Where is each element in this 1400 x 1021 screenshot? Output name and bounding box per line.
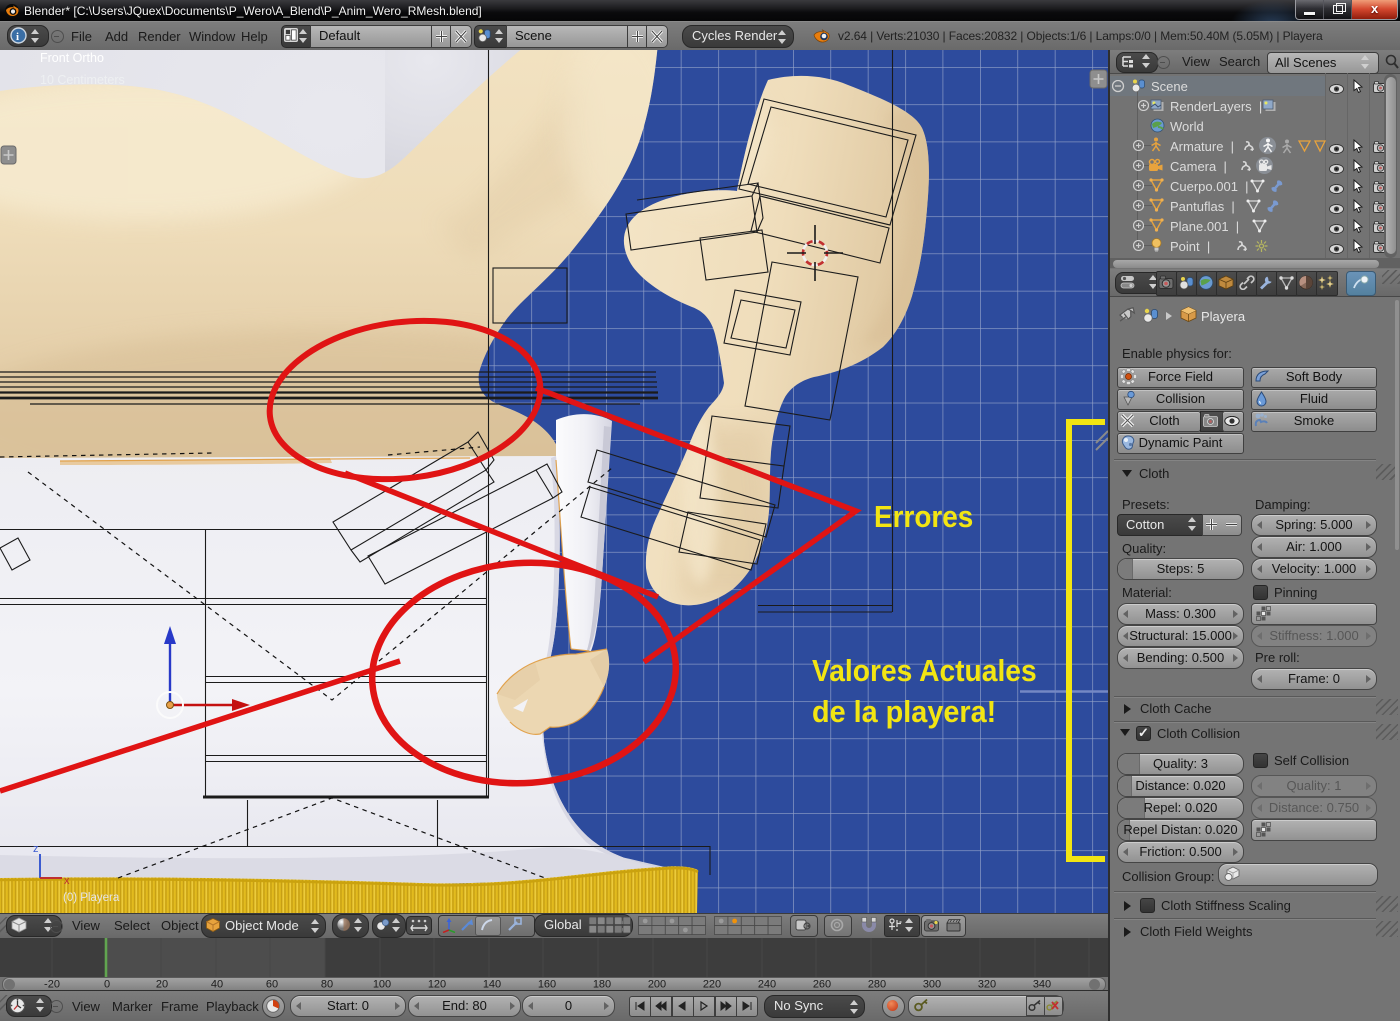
svg-text:180: 180 [593,979,611,991]
svg-text:300: 300 [923,979,941,991]
svg-text:100: 100 [373,979,391,991]
svg-text:(0) Playera: (0) Playera [63,892,120,904]
svg-text:340: 340 [1033,979,1051,991]
svg-text:-20: -20 [44,979,60,991]
svg-text:160: 160 [538,979,556,991]
svg-text:120: 120 [428,979,446,991]
svg-text:220: 220 [703,979,721,991]
svg-text:x: x [64,875,70,887]
svg-text:Front Ortho: Front Ortho [40,51,104,65]
svg-text:de la playera!: de la playera! [812,695,996,729]
svg-text:280: 280 [868,979,886,991]
svg-text:320: 320 [978,979,996,991]
svg-text:Errores: Errores [874,500,973,535]
svg-text:260: 260 [813,979,831,991]
svg-text:200: 200 [648,979,666,991]
svg-text:z: z [33,843,39,855]
svg-text:0: 0 [104,979,110,991]
svg-text:10 Centimeters: 10 Centimeters [40,73,125,87]
svg-text:40: 40 [211,979,223,991]
svg-text:20: 20 [156,979,168,991]
svg-text:140: 140 [483,979,501,991]
svg-text:i: i [16,31,19,43]
svg-text:60: 60 [266,979,278,991]
svg-text:80: 80 [321,979,333,991]
svg-text:Valores Actuales: Valores Actuales [812,654,1037,689]
svg-text:240: 240 [758,979,776,991]
